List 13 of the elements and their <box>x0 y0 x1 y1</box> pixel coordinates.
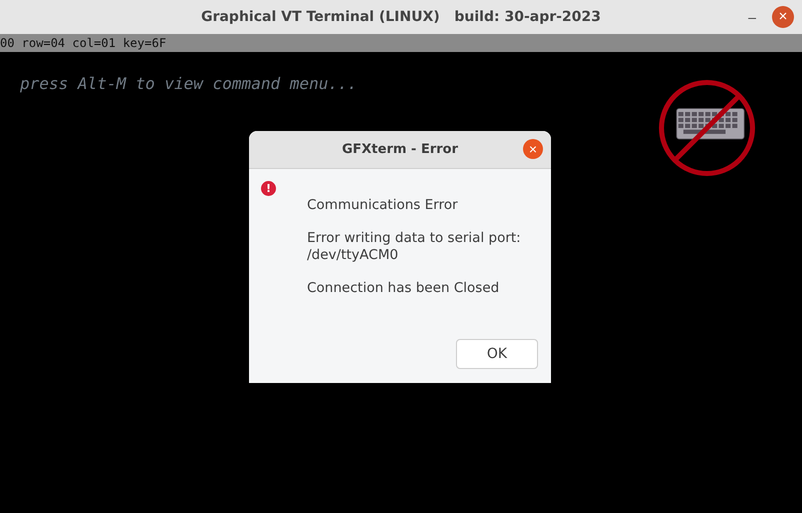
close-button[interactable]: × <box>523 139 543 159</box>
terminal-line: press Alt-M to view command menu... <box>20 74 358 93</box>
keyboard-disabled-icon <box>658 80 756 176</box>
error-message: Error writing data to serial port: /dev/ttyACM0 <box>307 230 521 264</box>
close-button[interactable]: × <box>772 6 794 28</box>
error-message: Connection has been Closed <box>307 280 500 297</box>
dialog-title: GFXterm - Error <box>342 142 458 157</box>
status-text: 00 row=04 col=01 key=6F <box>0 36 166 50</box>
ok-button[interactable]: OK <box>456 339 538 369</box>
window-title: Graphical VT Terminal (LINUX) build: 30-apr-2023 <box>201 9 601 25</box>
error-icon: ! <box>261 181 276 196</box>
error-message: Communications Error <box>307 197 459 214</box>
minimize-button[interactable]: – <box>744 9 760 25</box>
